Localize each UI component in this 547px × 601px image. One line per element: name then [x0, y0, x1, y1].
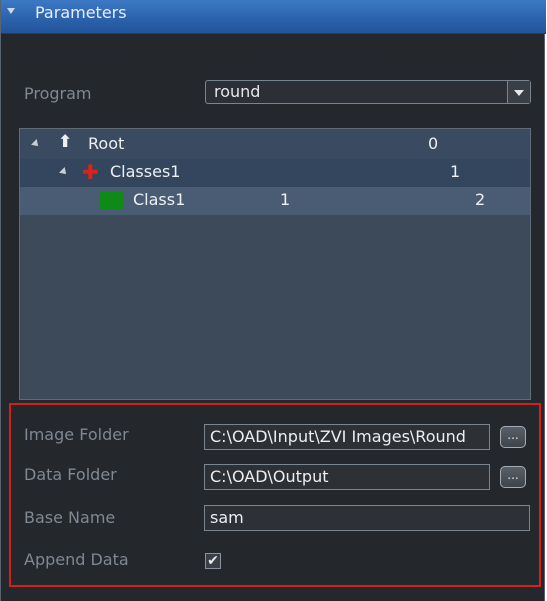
tree-row-label: Root [88, 134, 125, 153]
image-folder-label: Image Folder [24, 425, 129, 444]
append-data-checkbox[interactable]: ✔ [205, 553, 221, 569]
checkmark-icon: ✔ [207, 553, 219, 569]
collapse-arrow-icon[interactable] [7, 8, 15, 14]
dropdown-arrow-icon[interactable] [507, 81, 530, 103]
data-folder-field[interactable]: C:\OAD\Output [204, 464, 490, 490]
class-tree[interactable]: ⬆ Root 0 ✚ Classes1 1 Class1 1 2 [19, 128, 531, 400]
tree-row-value: 1 [280, 190, 291, 209]
data-folder-browse-button[interactable]: ... [500, 466, 526, 488]
red-cross-icon: ✚ [82, 160, 99, 184]
tree-row-classes1[interactable]: ✚ Classes1 1 [20, 159, 530, 187]
tree-row-count: 0 [428, 134, 439, 153]
panel-header[interactable]: Parameters [1, 0, 546, 34]
tree-row-root[interactable]: ⬆ Root 0 [20, 131, 530, 159]
tree-row-count: 1 [450, 162, 461, 181]
program-select[interactable]: round [205, 80, 531, 104]
expander-triangle-icon[interactable] [59, 167, 69, 177]
expander-triangle-icon[interactable] [31, 139, 41, 149]
base-name-field[interactable]: sam [204, 505, 530, 531]
tree-row-count: 2 [475, 190, 486, 209]
append-data-label: Append Data [24, 550, 129, 569]
green-swatch-icon [100, 192, 124, 210]
up-arrow-icon: ⬆ [58, 132, 73, 152]
tree-row-label: Class1 [133, 190, 186, 209]
data-folder-label: Data Folder [24, 465, 117, 484]
image-folder-field[interactable]: C:\OAD\Input\ZVI Images\Round [204, 424, 490, 450]
parameters-panel: Parameters Program round ⬆ Root 0 ✚ Clas… [0, 0, 546, 601]
panel-title: Parameters [35, 3, 127, 22]
base-name-label: Base Name [24, 508, 116, 527]
program-label: Program [24, 84, 92, 103]
program-select-value: round [214, 82, 261, 101]
tree-row-label: Classes1 [110, 162, 181, 181]
tree-row-class1[interactable]: Class1 1 2 [20, 187, 530, 215]
image-folder-browse-button[interactable]: ... [500, 426, 526, 448]
